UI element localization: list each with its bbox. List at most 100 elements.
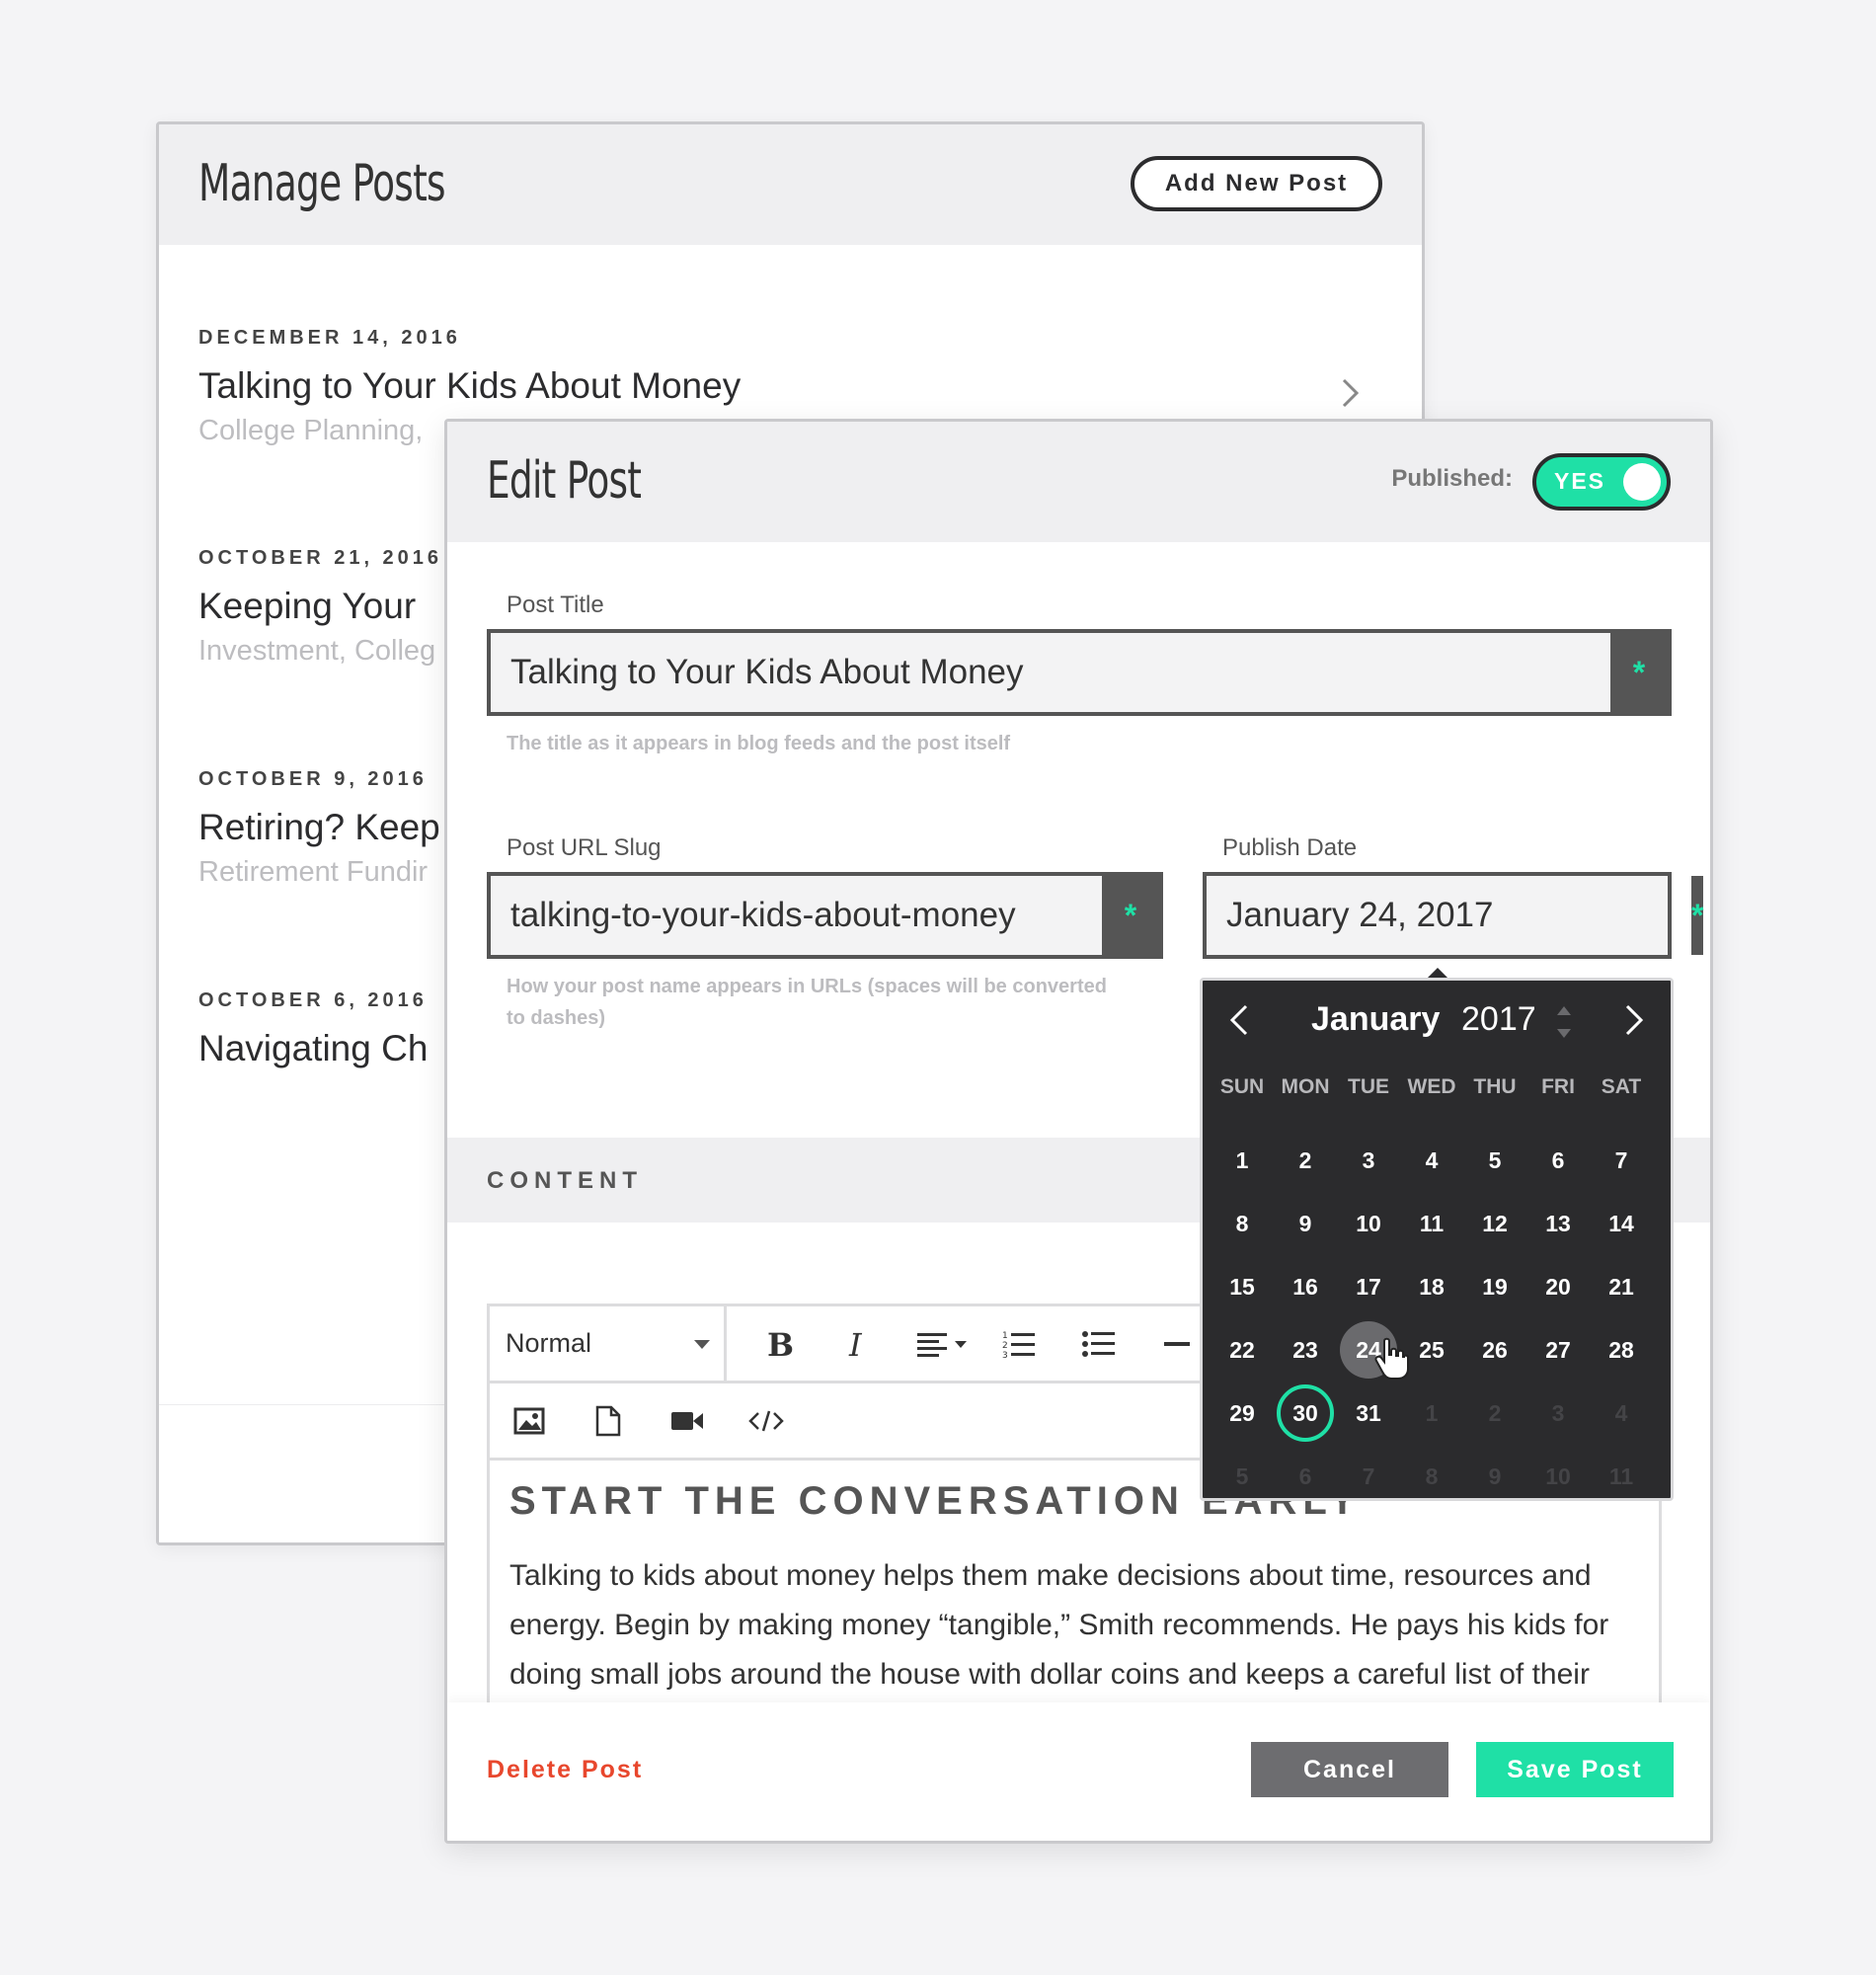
calendar-day-26[interactable]: 26 bbox=[1463, 1318, 1526, 1382]
calendar-day-28[interactable]: 28 bbox=[1590, 1318, 1653, 1382]
cancel-button[interactable]: Cancel bbox=[1251, 1742, 1448, 1797]
calendar-day-30[interactable]: 30 bbox=[1274, 1382, 1337, 1445]
year-spinner-icon[interactable] bbox=[1556, 1002, 1572, 1042]
calendar-day-25[interactable]: 25 bbox=[1400, 1318, 1463, 1382]
calendar-day-8[interactable]: 8 bbox=[1211, 1192, 1274, 1255]
calendar-day-label: 24 bbox=[1356, 1336, 1381, 1363]
calendar-day-label: 13 bbox=[1545, 1210, 1571, 1236]
save-post-button[interactable]: Save Post bbox=[1476, 1742, 1674, 1797]
chevron-right-icon[interactable] bbox=[1335, 376, 1365, 410]
calendar-day-17[interactable]: 17 bbox=[1337, 1255, 1400, 1318]
calendar-day-outside-month[interactable]: 11 bbox=[1590, 1445, 1653, 1508]
insert-image-button[interactable] bbox=[500, 1391, 559, 1451]
image-icon bbox=[513, 1407, 545, 1435]
calendar-day-outside-month[interactable]: 6 bbox=[1274, 1445, 1337, 1508]
weekday-thu: THU bbox=[1473, 1075, 1517, 1098]
chevron-right-icon[interactable] bbox=[1613, 998, 1653, 1042]
caret-down-icon bbox=[694, 1340, 710, 1349]
calendar-day-outside-month[interactable]: 2 bbox=[1463, 1382, 1526, 1445]
calendar-day-label: 7 bbox=[1362, 1462, 1375, 1489]
calendar-day-outside-month[interactable]: 10 bbox=[1526, 1445, 1590, 1508]
calendar-day-outside-month[interactable]: 8 bbox=[1400, 1445, 1463, 1508]
calendar-day-21[interactable]: 21 bbox=[1590, 1255, 1653, 1318]
code-view-button[interactable] bbox=[737, 1391, 796, 1451]
calendar-day-label: 4 bbox=[1614, 1399, 1628, 1426]
italic-button[interactable]: I bbox=[827, 1314, 887, 1374]
delete-post-button[interactable]: Delete Post bbox=[487, 1756, 643, 1784]
svg-text:2: 2 bbox=[1002, 1341, 1008, 1351]
published-label: Published: bbox=[1391, 465, 1513, 492]
calendar-day-18[interactable]: 18 bbox=[1400, 1255, 1463, 1318]
calendar-day-label: 1 bbox=[1425, 1399, 1439, 1426]
bullet-list-button[interactable] bbox=[1068, 1314, 1128, 1374]
ordered-list-button[interactable]: 1 2 3 bbox=[989, 1314, 1049, 1374]
calendar-day-19[interactable]: 19 bbox=[1463, 1255, 1526, 1318]
calendar-day-label: 19 bbox=[1482, 1273, 1508, 1300]
calendar-day-outside-month[interactable]: 4 bbox=[1590, 1382, 1653, 1445]
calendar-day-label: 20 bbox=[1545, 1273, 1571, 1300]
bold-button[interactable]: B bbox=[748, 1314, 808, 1374]
post-title-field[interactable]: * bbox=[487, 629, 1672, 716]
editor-body-text[interactable]: Talking to kids about money helps them m… bbox=[509, 1551, 1645, 1699]
calendar-day-outside-month[interactable]: 7 bbox=[1337, 1445, 1400, 1508]
calendar-day-label: 3 bbox=[1362, 1146, 1375, 1173]
calendar-day-10[interactable]: 10 bbox=[1337, 1192, 1400, 1255]
calendar-day-12[interactable]: 12 bbox=[1463, 1192, 1526, 1255]
calendar-day-1[interactable]: 1 bbox=[1211, 1129, 1274, 1192]
calendar-day-11[interactable]: 11 bbox=[1400, 1192, 1463, 1255]
calendar-day-2[interactable]: 2 bbox=[1274, 1129, 1337, 1192]
calendar-day-label: 7 bbox=[1614, 1146, 1628, 1173]
calendar-day-27[interactable]: 27 bbox=[1526, 1318, 1590, 1382]
published-toggle[interactable]: YES bbox=[1532, 453, 1671, 511]
weekday-mon: MON bbox=[1281, 1075, 1330, 1098]
publish-date-input[interactable] bbox=[1207, 876, 1691, 955]
calendar-day-15[interactable]: 15 bbox=[1211, 1255, 1274, 1318]
calendar-day-outside-month[interactable]: 5 bbox=[1211, 1445, 1274, 1508]
add-new-post-button[interactable]: Add New Post bbox=[1131, 156, 1382, 211]
calendar-day-label: 9 bbox=[1298, 1210, 1312, 1236]
published-toggle-label: YES bbox=[1554, 468, 1606, 494]
calendar-day-13[interactable]: 13 bbox=[1526, 1192, 1590, 1255]
calendar-day-23[interactable]: 23 bbox=[1274, 1318, 1337, 1382]
calendar-day-label: 2 bbox=[1298, 1146, 1312, 1173]
calendar-day-31[interactable]: 31 bbox=[1337, 1382, 1400, 1445]
align-button[interactable] bbox=[906, 1314, 979, 1374]
horizontal-rule-button[interactable] bbox=[1147, 1314, 1207, 1374]
calendar-day-7[interactable]: 7 bbox=[1590, 1129, 1653, 1192]
edit-post-title: Edit Post bbox=[487, 451, 642, 511]
code-icon bbox=[748, 1410, 784, 1432]
publish-date-field[interactable]: * bbox=[1203, 872, 1704, 959]
content-label: CONTENT bbox=[487, 1167, 643, 1194]
manage-posts-title: Manage Posts bbox=[198, 154, 446, 213]
datepicker-year[interactable]: 2017 bbox=[1461, 1000, 1536, 1039]
weekday-wed: WED bbox=[1407, 1075, 1456, 1098]
format-select[interactable]: Normal bbox=[490, 1306, 727, 1381]
edit-post-footer: Delete Post Cancel Save Post bbox=[447, 1702, 1710, 1841]
calendar-day-24[interactable]: 24 bbox=[1337, 1318, 1400, 1382]
calendar-day-label: 28 bbox=[1608, 1336, 1634, 1363]
calendar-day-label: 27 bbox=[1545, 1336, 1571, 1363]
calendar-day-29[interactable]: 29 bbox=[1211, 1382, 1274, 1445]
calendar-day-14[interactable]: 14 bbox=[1590, 1192, 1653, 1255]
calendar-day-outside-month[interactable]: 9 bbox=[1463, 1445, 1526, 1508]
post-title-input[interactable] bbox=[491, 633, 1610, 712]
insert-video-button[interactable] bbox=[658, 1391, 717, 1451]
calendar-day-3[interactable]: 3 bbox=[1337, 1129, 1400, 1192]
calendar-day-22[interactable]: 22 bbox=[1211, 1318, 1274, 1382]
chevron-left-icon[interactable] bbox=[1220, 998, 1260, 1042]
calendar-day-label: 17 bbox=[1356, 1273, 1381, 1300]
post-slug-input[interactable] bbox=[491, 876, 1102, 955]
calendar-day-4[interactable]: 4 bbox=[1400, 1129, 1463, 1192]
calendar-day-outside-month[interactable]: 3 bbox=[1526, 1382, 1590, 1445]
calendar-day-16[interactable]: 16 bbox=[1274, 1255, 1337, 1318]
post-slug-field[interactable]: * bbox=[487, 872, 1163, 959]
insert-file-button[interactable] bbox=[579, 1391, 638, 1451]
calendar-day-9[interactable]: 9 bbox=[1274, 1192, 1337, 1255]
calendar-day-6[interactable]: 6 bbox=[1526, 1129, 1590, 1192]
post-slug-label: Post URL Slug bbox=[507, 834, 662, 861]
calendar-day-label: 1 bbox=[1235, 1146, 1249, 1173]
datepicker-days-grid: 1 2 3 4 5 6 7 8 9 10 11 12 13 14 15 16 17 18 19 20 21 22 23 24 2… bbox=[1211, 1129, 1653, 1508]
calendar-day-outside-month[interactable]: 1 bbox=[1400, 1382, 1463, 1445]
calendar-day-20[interactable]: 20 bbox=[1526, 1255, 1590, 1318]
calendar-day-5[interactable]: 5 bbox=[1463, 1129, 1526, 1192]
